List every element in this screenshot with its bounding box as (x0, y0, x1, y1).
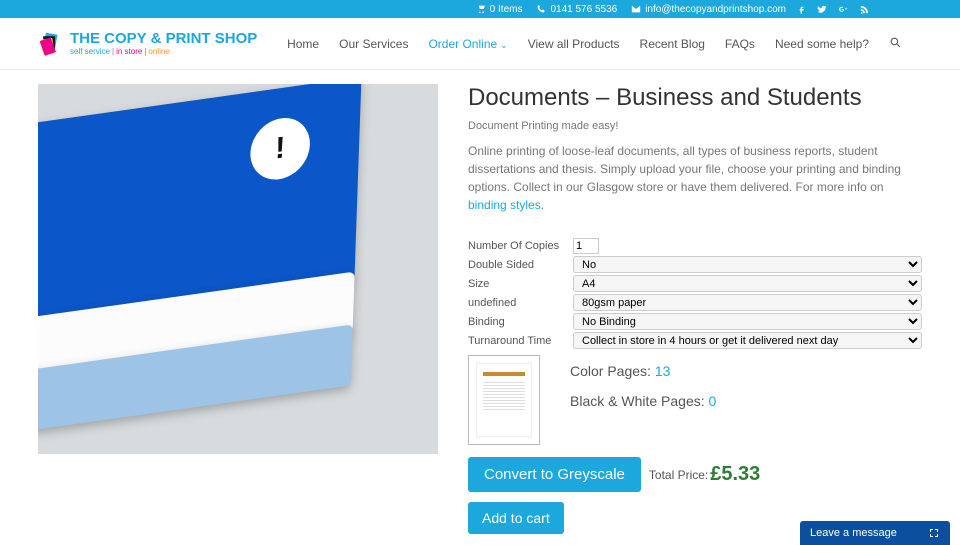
rss-icon (859, 4, 870, 15)
bw-pages-row: Black & White Pages: 0 (570, 393, 716, 409)
binding-select[interactable]: No Binding (573, 313, 922, 330)
paper-select[interactable]: 80gsm paper (573, 294, 922, 311)
add-to-cart-button[interactable]: Add to cart (468, 502, 564, 534)
double-sided-select[interactable]: No (573, 256, 922, 273)
facebook-link[interactable] (796, 4, 807, 15)
logo-subtitle: self service|in store|online (70, 48, 257, 56)
nav-help[interactable]: Need some help? (775, 37, 869, 51)
phone-icon (536, 4, 546, 14)
google-plus-icon (838, 4, 849, 15)
nav-faqs[interactable]: FAQs (725, 37, 755, 51)
product-title: Documents – Business and Students (468, 84, 922, 112)
total-price-value: £5.33 (710, 463, 760, 486)
cart-icon (476, 4, 486, 14)
email-icon (631, 4, 641, 14)
chat-widget[interactable]: Leave a message (800, 521, 950, 545)
nav-services[interactable]: Our Services (339, 37, 408, 51)
copies-label: Number Of Copies (468, 240, 573, 252)
twitter-icon (817, 4, 828, 15)
cart-text: 0 Items (490, 4, 523, 15)
size-label: Size (468, 278, 573, 290)
product-image (38, 84, 438, 454)
rss-link[interactable] (859, 4, 870, 15)
document-preview[interactable] (468, 355, 540, 445)
email-text: info@thecopyandprintshop.com (645, 4, 786, 15)
turnaround-select[interactable]: Collect in store in 4 hours or get it de… (573, 332, 922, 349)
turnaround-label: Turnaround Time (468, 335, 573, 347)
logo-title: THE COPY & PRINT SHOP (70, 31, 257, 46)
convert-greyscale-button[interactable]: Convert to Greyscale (468, 457, 641, 492)
product-description: Online printing of loose-leaf documents,… (468, 142, 922, 214)
color-pages-row: Color Pages: 13 (570, 363, 716, 379)
nav-home[interactable]: Home (287, 37, 319, 51)
binding-label: Binding (468, 316, 573, 328)
chevron-down-icon: ⌄ (500, 40, 508, 50)
phone-text: 0141 576 5536 (550, 4, 617, 15)
chat-label: Leave a message (810, 527, 897, 539)
phone-link[interactable]: 0141 576 5536 (536, 4, 617, 15)
nav-order-online[interactable]: Order Online⌄ (428, 37, 507, 51)
color-pages-value: 13 (655, 363, 671, 379)
expand-icon (928, 527, 940, 539)
nav-products[interactable]: View all Products (528, 37, 620, 51)
google-plus-link[interactable] (838, 4, 849, 15)
total-price-label: Total Price: (649, 468, 708, 482)
search-icon (889, 36, 902, 49)
logo[interactable]: THE COPY & PRINT SHOP self service|in st… (38, 31, 257, 57)
paper-label: undefined (468, 297, 573, 309)
search-button[interactable] (889, 36, 902, 52)
email-link[interactable]: info@thecopyandprintshop.com (631, 4, 786, 15)
nav-blog[interactable]: Recent Blog (640, 37, 705, 51)
copies-input[interactable] (573, 238, 599, 254)
facebook-icon (796, 4, 807, 15)
twitter-link[interactable] (817, 4, 828, 15)
double-sided-label: Double Sided (468, 259, 573, 271)
binding-styles-link[interactable]: binding styles (468, 198, 541, 212)
product-tagline: Document Printing made easy! (468, 120, 922, 132)
logo-icon (38, 31, 64, 57)
cart-link[interactable]: 0 Items (476, 4, 523, 15)
size-select[interactable]: A4 (573, 275, 922, 292)
bw-pages-value: 0 (709, 393, 717, 409)
